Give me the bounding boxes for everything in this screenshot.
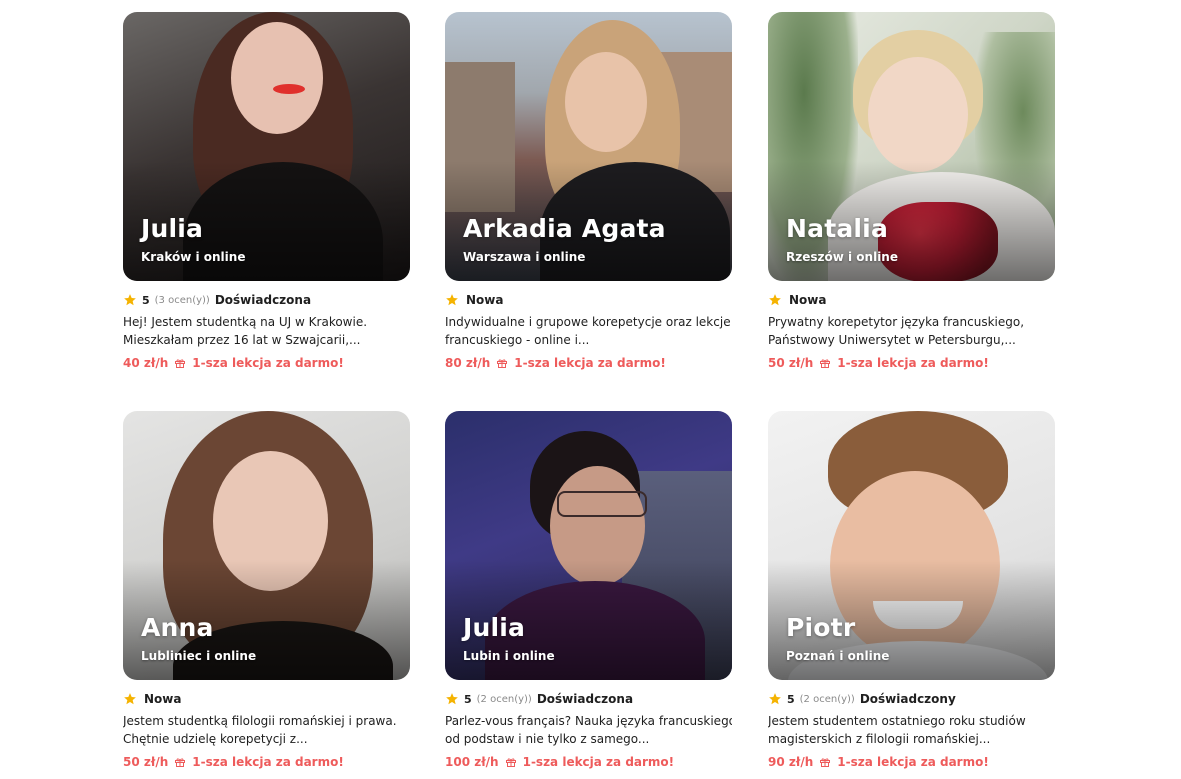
tutor-photo[interactable]: Natalia Rzeszów i online <box>768 12 1055 281</box>
experience-level: Doświadczona <box>536 692 634 706</box>
price: 80 zł/h <box>445 356 491 370</box>
review-count: (2 ocen(y)) <box>799 693 855 705</box>
tutor-name: Piotr <box>786 613 856 642</box>
description-line: francuskiego - online i... <box>445 333 590 347</box>
price-row: 90 zł/h 1-sza lekcja za darmo! <box>768 755 989 769</box>
tutor-name: Natalia <box>786 214 889 243</box>
tutor-photo[interactable]: Julia Lubin i online <box>445 411 732 680</box>
star-icon <box>769 693 781 705</box>
rating-row: Nowa <box>768 291 826 309</box>
gift-icon <box>820 758 831 767</box>
rating-score: 5 <box>142 293 150 307</box>
tutor-description: Parlez-vous français? Nauka języka franc… <box>445 712 732 748</box>
rating-row: Nowa <box>123 690 181 708</box>
rating-score: 5 <box>787 692 795 706</box>
free-lesson-offer: 1-sza lekcja za darmo! <box>522 755 675 769</box>
tutor-description: Prywatny korepetytor języka francuskiego… <box>768 313 1055 349</box>
rating-row: 5 (2 ocen(y)) Doświadczony <box>768 690 956 708</box>
star-icon <box>124 693 136 705</box>
gift-icon <box>175 359 186 368</box>
rating-row: 5 (2 ocen(y)) Doświadczona <box>445 690 633 708</box>
price: 100 zł/h <box>445 755 499 769</box>
experience-level: Nowa <box>466 293 504 307</box>
free-lesson-offer: 1-sza lekcja za darmo! <box>192 356 344 370</box>
tutor-photo[interactable]: Arkadia Agata Warszawa i online <box>445 12 732 281</box>
star-icon <box>446 693 458 705</box>
tutor-location: Poznań i online <box>786 649 890 663</box>
tutor-card[interactable]: Julia Lubin i online 5 (2 ocen(y)) Doświ… <box>445 411 732 769</box>
price-row: 40 zł/h 1-sza lekcja za darmo! <box>123 356 344 370</box>
tutor-card[interactable]: Arkadia Agata Warszawa i online Nowa Ind… <box>445 12 732 370</box>
description-line: Indywidualne i grupowe korepetycje oraz … <box>445 315 732 329</box>
gift-icon <box>175 758 186 767</box>
gift-icon <box>497 359 508 368</box>
experience-level: Nowa <box>144 692 182 706</box>
free-lesson-offer: 1-sza lekcja za darmo! <box>837 755 989 769</box>
tutor-name: Julia <box>463 613 526 642</box>
review-count: (3 ocen(y)) <box>154 294 210 306</box>
tutor-description: Jestem studentem ostatniego roku studiów… <box>768 712 1055 748</box>
description-line: Chętnie udzielę korepetycji z... <box>123 732 308 746</box>
rating-row: 5 (3 ocen(y)) Doświadczona <box>123 291 311 309</box>
star-icon <box>124 294 136 306</box>
free-lesson-offer: 1-sza lekcja za darmo! <box>514 356 666 370</box>
tutor-name: Anna <box>141 613 214 642</box>
experience-level: Doświadczony <box>859 692 956 706</box>
price: 90 zł/h <box>768 755 814 769</box>
description-line: Jestem studentem ostatniego roku studiów <box>768 714 1026 728</box>
description-line: Mieszkałam przez 16 lat w Szwajcarii,... <box>123 333 361 347</box>
tutor-location: Kraków i online <box>141 250 246 264</box>
free-lesson-offer: 1-sza lekcja za darmo! <box>837 356 989 370</box>
description-line: Prywatny korepetytor języka francuskiego… <box>768 315 1025 329</box>
star-icon <box>769 294 781 306</box>
description-line: magisterskich z filologii romańskiej... <box>768 732 991 746</box>
price: 40 zł/h <box>123 356 169 370</box>
experience-level: Nowa <box>789 293 827 307</box>
price-row: 50 zł/h 1-sza lekcja za darmo! <box>123 755 344 769</box>
description-line: Hej! Jestem studentką na UJ w Krakowie. <box>123 315 368 329</box>
tutor-card[interactable]: Piotr Poznań i online 5 (2 ocen(y)) Dośw… <box>768 411 1055 769</box>
price-row: 100 zł/h 1-sza lekcja za darmo! <box>445 755 674 769</box>
description-line: Parlez-vous français? Nauka języka franc… <box>445 714 732 728</box>
description-line: Jestem studentką filologii romańskiej i … <box>123 714 397 728</box>
tutor-description: Jestem studentką filologii romańskiej i … <box>123 712 410 748</box>
tutor-card[interactable]: Julia Kraków i online 5 (3 ocen(y)) Dośw… <box>123 12 410 370</box>
tutor-card[interactable]: Anna Lubliniec i online Nowa Jestem stud… <box>123 411 410 769</box>
experience-level: Doświadczona <box>214 293 312 307</box>
price: 50 zł/h <box>123 755 169 769</box>
tutor-description: Indywidualne i grupowe korepetycje oraz … <box>445 313 732 349</box>
star-icon <box>446 294 458 306</box>
tutor-name: Julia <box>141 214 204 243</box>
free-lesson-offer: 1-sza lekcja za darmo! <box>192 755 344 769</box>
tutor-location: Lubliniec i online <box>141 649 257 663</box>
tutor-location: Warszawa i online <box>463 250 586 264</box>
gift-icon <box>505 758 516 767</box>
price-row: 50 zł/h 1-sza lekcja za darmo! <box>768 356 989 370</box>
tutor-card[interactable]: Natalia Rzeszów i online Nowa Prywatny k… <box>768 12 1055 370</box>
tutor-photo[interactable]: Julia Kraków i online <box>123 12 410 281</box>
price: 50 zł/h <box>768 356 814 370</box>
description-line: Państwowy Uniwersytet w Petersburgu,... <box>768 333 1016 347</box>
tutor-location: Lubin i online <box>463 649 555 663</box>
rating-row: Nowa <box>445 291 503 309</box>
gift-icon <box>820 359 831 368</box>
tutor-photo[interactable]: Anna Lubliniec i online <box>123 411 410 680</box>
description-line: od podstaw i nie tylko z samego... <box>445 732 650 746</box>
tutor-description: Hej! Jestem studentką na UJ w Krakowie. … <box>123 313 410 349</box>
review-count: (2 ocen(y)) <box>476 693 532 705</box>
tutor-name: Arkadia Agata <box>463 214 666 243</box>
tutor-location: Rzeszów i online <box>786 250 898 264</box>
tutor-photo[interactable]: Piotr Poznań i online <box>768 411 1055 680</box>
rating-score: 5 <box>464 692 472 706</box>
price-row: 80 zł/h 1-sza lekcja za darmo! <box>445 356 666 370</box>
